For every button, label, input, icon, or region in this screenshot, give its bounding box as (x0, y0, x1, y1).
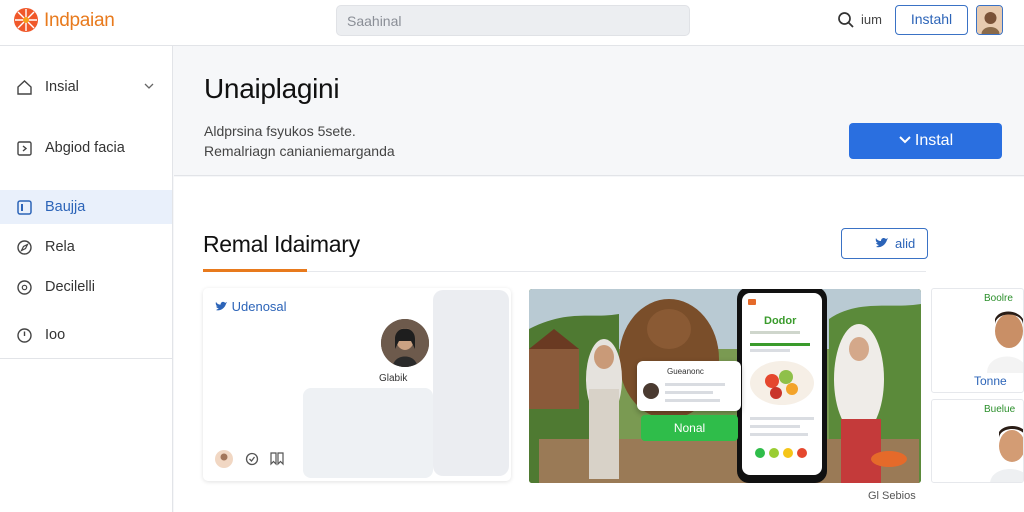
profile-card[interactable]: Buelue (931, 399, 1024, 483)
sidebar-item-home[interactable]: Insial (0, 70, 172, 104)
card-tag-label: Udenosal (231, 299, 287, 314)
search-input[interactable]: Saahinal (336, 5, 690, 36)
page-description: Aldprsina fsyukos 5sete. (204, 123, 356, 139)
tag-icon (17, 141, 32, 156)
twitter-bird-icon (875, 237, 888, 248)
top-bar: Indpaian Saahinal ium Instahl (0, 0, 1024, 46)
sidebar-item-active[interactable]: Baujja (0, 190, 172, 224)
profile-card[interactable]: Boolre Tonne (931, 288, 1024, 393)
sidebar-item-label: Baujja (45, 199, 86, 215)
page-title: Unaiplagini (204, 73, 340, 104)
info-icon (17, 280, 32, 295)
profile-name: Tonne (974, 374, 1007, 388)
app-screen-content (748, 299, 814, 458)
avatar[interactable] (976, 5, 1003, 35)
page-header: Unaiplagini Aldprsina fsyukos 5sete. Rem… (174, 46, 1024, 176)
card-tag[interactable]: Udenosal (215, 299, 287, 314)
content-card[interactable]: Udenosal Glabik (203, 288, 511, 481)
page-subdescription: Remalriagn canianiemarganda (204, 143, 395, 159)
popup-lines (665, 383, 725, 402)
main-content: Remal Idaimary alid Udenosal Glabik Dodo… (174, 177, 1024, 512)
section-action-label: alid (895, 236, 916, 251)
sidebar: Insial Abgiod facia Baujja Rela Decilell… (0, 46, 173, 512)
author-caption: Glabik (379, 373, 408, 384)
sidebar-item-tags[interactable]: Abgiod facia (0, 131, 172, 165)
bookmark-icon[interactable] (270, 452, 285, 466)
section-divider (307, 271, 926, 272)
card-footer (215, 448, 305, 470)
phone-screen: Dodor (742, 293, 822, 475)
profile-tag: Buelue (984, 404, 1016, 415)
profile-photo (987, 311, 1023, 373)
author-avatar[interactable] (381, 319, 429, 367)
phone-ghost-image (433, 290, 509, 476)
phone-mockup: Dodor (737, 289, 827, 483)
primary-install-label: Instal (914, 132, 954, 149)
sidebar-item-label: Rela (45, 239, 75, 255)
sidebar-item-label: Insial (45, 79, 79, 95)
sidebar-item-label: Decilelli (45, 279, 95, 295)
see-more-link[interactable]: Gl Sebios (868, 490, 916, 502)
chevron-down-icon[interactable] (143, 80, 155, 92)
ghost-panel (303, 388, 433, 478)
popup-avatar (643, 383, 659, 399)
sidebar-item-details[interactable]: Decilelli (0, 270, 172, 304)
popup-card: Gueanonc (637, 361, 741, 411)
compass-icon (17, 240, 32, 255)
green-action-button[interactable]: Nonal (641, 415, 738, 441)
user-avatar-small[interactable] (215, 450, 233, 468)
section-underline (203, 269, 307, 272)
section-title: Remal Idaimary (203, 231, 360, 257)
sidebar-divider (0, 358, 172, 359)
check-circle-icon[interactable] (245, 452, 259, 466)
sidebar-item-label: Ioo (45, 327, 66, 343)
profile-photo (990, 426, 1023, 482)
home-icon (17, 80, 32, 95)
square-icon (17, 200, 32, 215)
sidebar-item-explore[interactable]: Rela (0, 230, 172, 264)
twitter-bird-icon (215, 301, 227, 311)
logo-icon[interactable] (12, 6, 40, 34)
feature-image-card[interactable]: Dodor Gueanonc Nonal (529, 289, 921, 483)
primary-install-button[interactable]: Instal (849, 123, 1002, 159)
search-placeholder: Saahinal (347, 13, 402, 29)
chevron-down-icon (899, 136, 911, 144)
search-icon[interactable] (837, 11, 855, 29)
brand-name[interactable]: Indpaian (44, 10, 115, 32)
sidebar-item-label: Abgiod facia (45, 140, 125, 156)
clock-icon (17, 328, 32, 343)
section-action-button[interactable]: alid (841, 228, 928, 259)
popup-label: Gueanonc (667, 367, 704, 376)
search-label[interactable]: ium (861, 12, 882, 27)
install-button[interactable]: Instahl (895, 5, 968, 35)
sidebar-item-history[interactable]: Ioo (0, 318, 172, 352)
